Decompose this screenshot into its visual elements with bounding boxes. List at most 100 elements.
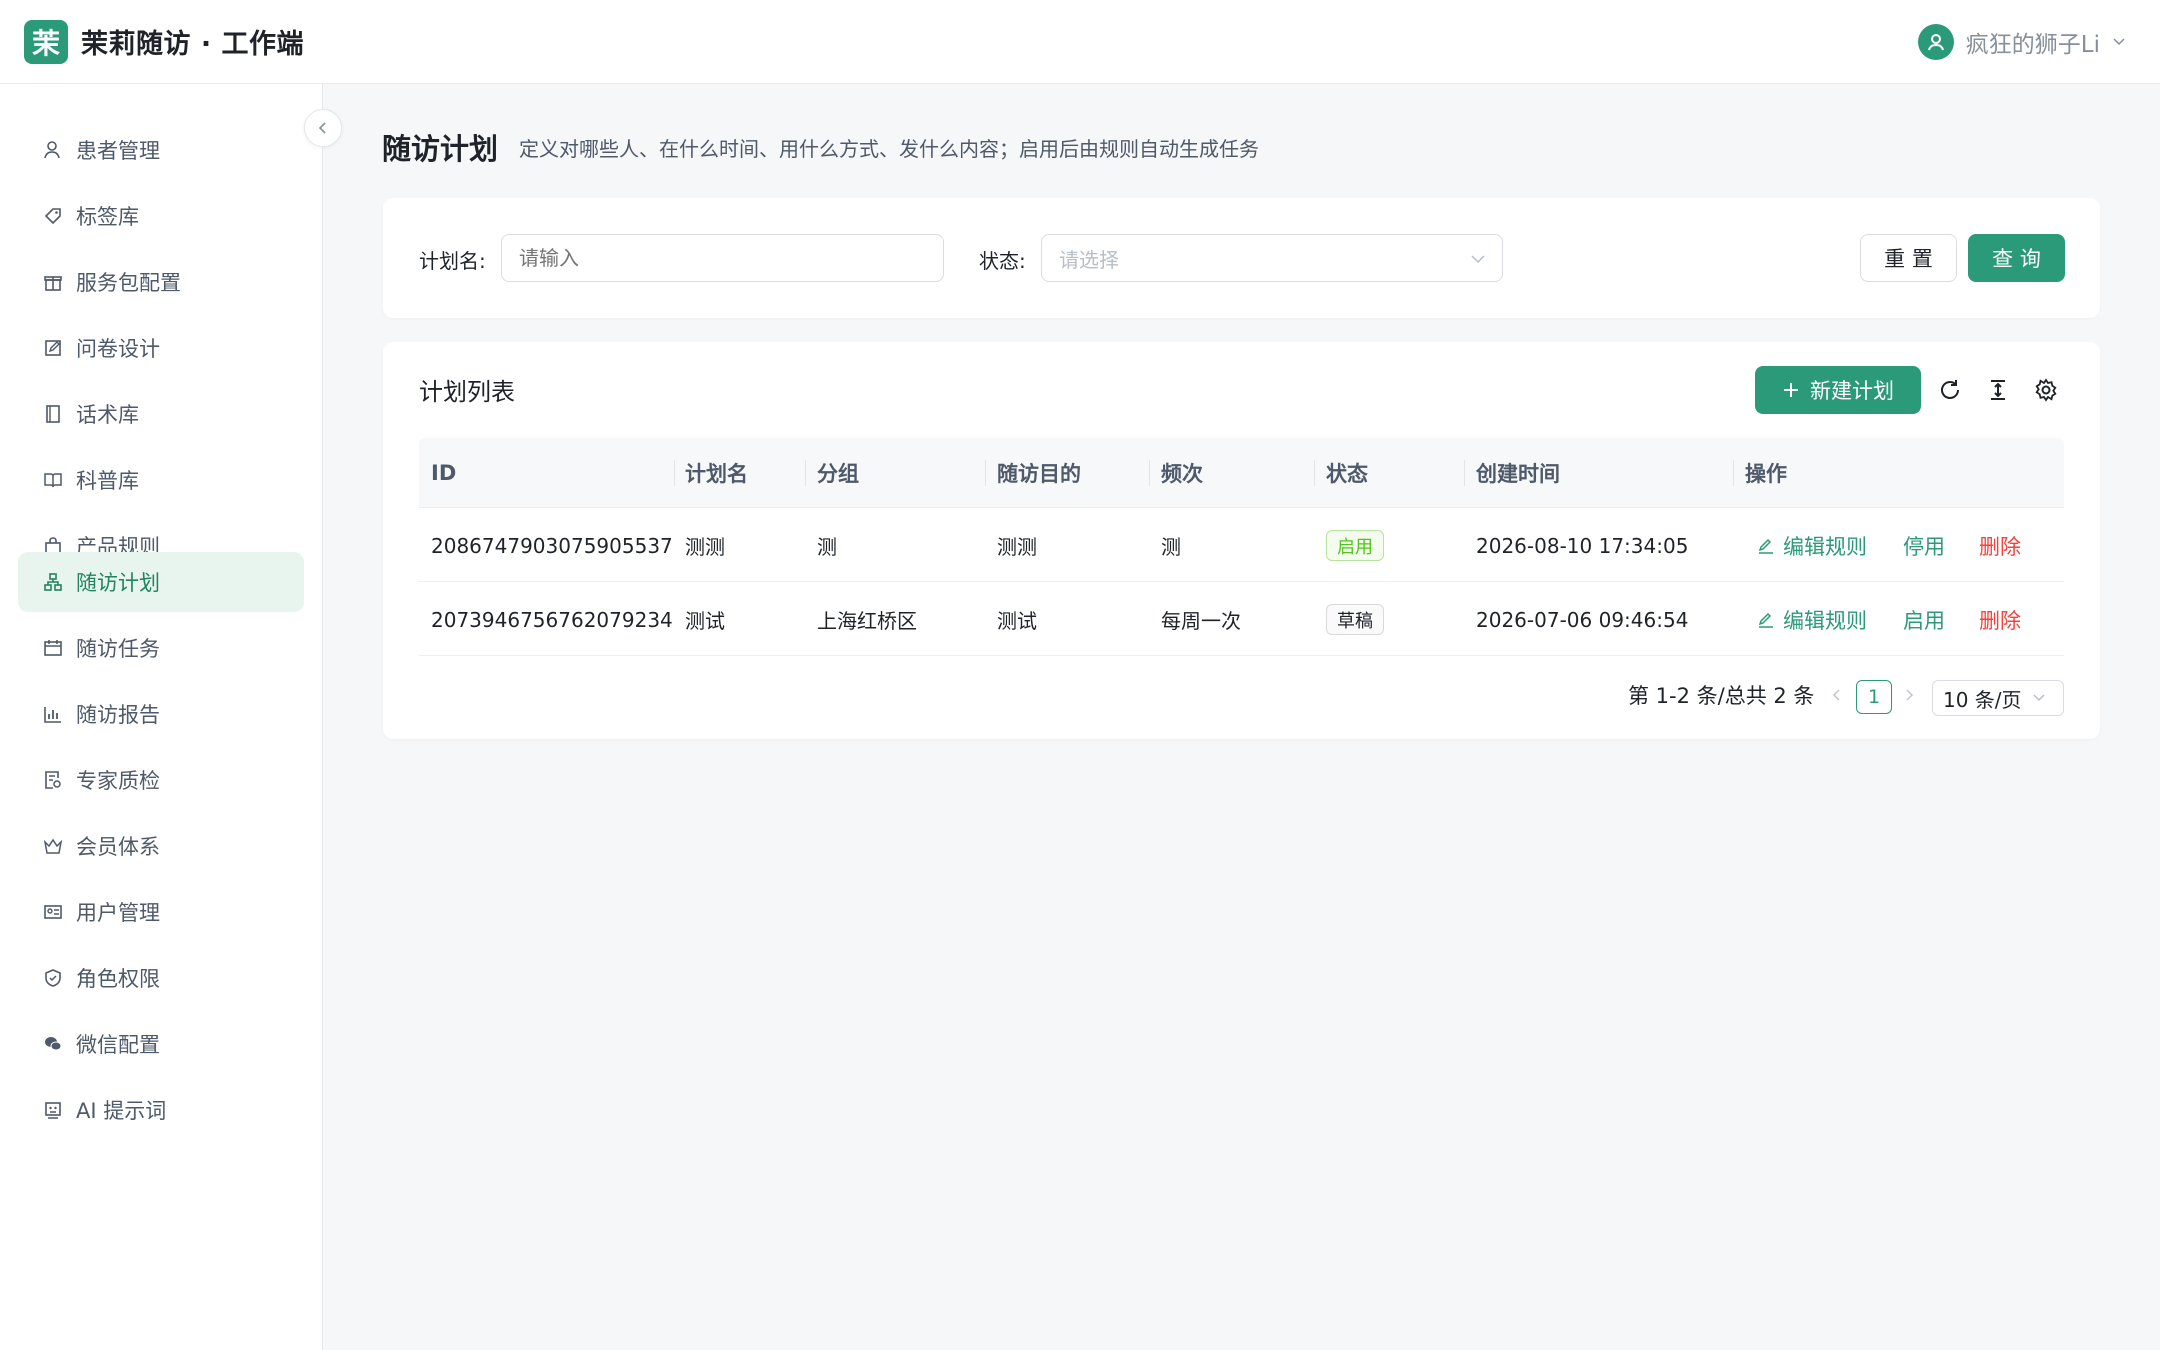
- cell-frequency: 每周一次: [1161, 609, 1241, 633]
- column-height-icon[interactable]: [1983, 375, 2013, 405]
- sidebar-item-science[interactable]: 科普库: [18, 450, 304, 510]
- plus-icon: [1784, 383, 1798, 397]
- app-title: 茉莉随访 · 工作端: [81, 29, 305, 60]
- cluster-icon: [42, 571, 64, 593]
- status-select[interactable]: 请选择: [1041, 234, 1503, 282]
- cell-name: 测试: [685, 609, 725, 633]
- user-icon: [42, 139, 64, 161]
- refresh-icon[interactable]: [1935, 375, 1965, 405]
- sidebar-item-label: 随访任务: [76, 637, 160, 661]
- bar-chart-icon: [42, 703, 64, 725]
- prev-page-icon[interactable]: [1825, 678, 1849, 712]
- disable-link[interactable]: 停用: [1903, 531, 1945, 561]
- delete-link[interactable]: 删除: [1979, 531, 2021, 561]
- edit-rules-link[interactable]: 编辑规则: [1757, 605, 1867, 635]
- sidebar-item-label: 患者管理: [76, 139, 160, 163]
- plan-name-label: 计划名:: [419, 249, 486, 273]
- safety-icon: [42, 967, 64, 989]
- col-separator: [985, 460, 986, 486]
- sidebar-item-membership[interactable]: 会员体系: [18, 816, 304, 876]
- gift-icon: [42, 271, 64, 293]
- status-label: 状态:: [979, 249, 1026, 273]
- sidebar-item-label: 标签库: [76, 205, 139, 229]
- col-name: 计划名: [685, 462, 748, 486]
- pagination-current-page[interactable]: 1: [1856, 680, 1892, 714]
- sidebar-item-label: 问卷设计: [76, 337, 160, 361]
- next-page-icon[interactable]: [1897, 678, 1921, 712]
- chevron-down-icon: [2033, 694, 2045, 702]
- calendar-icon: [42, 637, 64, 659]
- col-created: 创建时间: [1476, 462, 1560, 486]
- sidebar-item-followup-report[interactable]: 随访报告: [18, 684, 304, 744]
- col-separator: [1464, 460, 1465, 486]
- sidebar-item-label: 随访报告: [76, 703, 160, 727]
- cell-group: 上海红桥区: [817, 609, 917, 633]
- sidebar-item-ai-prompts[interactable]: AI 提示词: [18, 1080, 304, 1140]
- plan-name-input[interactable]: [501, 234, 944, 282]
- wechat-icon: [42, 1033, 64, 1055]
- edit-rules-label: 编辑规则: [1783, 534, 1867, 559]
- sidebar-item-scripts[interactable]: 话术库: [18, 384, 304, 444]
- app-logo-char: 茉: [31, 27, 60, 60]
- col-actions: 操作: [1745, 462, 1787, 486]
- cell-status: 启用: [1326, 509, 1384, 582]
- sidebar-item-patients[interactable]: 患者管理: [18, 120, 304, 180]
- sidebar-item-label: AI 提示词: [76, 1099, 167, 1123]
- col-separator: [1314, 460, 1315, 486]
- new-plan-label: 新建计划: [1810, 379, 1894, 403]
- sidebar-item-tags[interactable]: 标签库: [18, 186, 304, 246]
- sidebar-item-label: 科普库: [76, 469, 139, 493]
- col-status: 状态: [1326, 462, 1368, 486]
- cell-created: 2026-07-06 09:46:54: [1476, 607, 1689, 632]
- query-button[interactable]: 查 询: [1968, 234, 2065, 282]
- page-title: 随访计划: [382, 132, 499, 166]
- app-logo: 茉: [24, 20, 68, 64]
- page-description: 定义对哪些人、在什么时间、用什么方式、发什么内容；启用后由规则自动生成任务: [519, 137, 1259, 161]
- avatar: [1917, 24, 1954, 60]
- cell-id: 2073946756762079234: [431, 607, 673, 632]
- cell-actions: 编辑规则 启用 删除: [1757, 583, 2021, 656]
- cell-id: 2086747903075905537: [431, 533, 673, 558]
- cell-frequency: 测: [1161, 535, 1181, 559]
- sidebar-item-wechat[interactable]: 微信配置: [18, 1014, 304, 1074]
- book-icon: [42, 403, 64, 425]
- settings-icon[interactable]: [2031, 375, 2061, 405]
- sidebar-item-followup-task[interactable]: 随访任务: [18, 618, 304, 678]
- delete-link[interactable]: 删除: [1979, 605, 2021, 635]
- sidebar-item-followup-plan[interactable]: 随访计划: [18, 552, 304, 612]
- robot-icon: [42, 1099, 64, 1121]
- sidebar-item-label: 服务包配置: [76, 271, 181, 295]
- col-separator: [805, 460, 806, 486]
- edit-rules-label: 编辑规则: [1783, 608, 1867, 633]
- col-purpose: 随访目的: [997, 462, 1081, 486]
- edit-rules-link[interactable]: 编辑规则: [1757, 531, 1867, 561]
- sidebar-item-roles[interactable]: 角色权限: [18, 948, 304, 1008]
- col-id: ID: [431, 461, 457, 485]
- user-menu[interactable]: 疯狂的狮子Li: [1917, 24, 2126, 60]
- sidebar-collapse-button[interactable]: [304, 109, 342, 147]
- edit-icon: [1758, 538, 1773, 554]
- cell-purpose: 测试: [997, 609, 1037, 633]
- chevron-down-icon: [1471, 255, 1485, 264]
- col-separator: [1149, 460, 1150, 486]
- page-size-select[interactable]: 10 条/页: [1932, 680, 2064, 716]
- reset-button[interactable]: 重 置: [1860, 234, 1957, 282]
- sidebar-item-questionnaire[interactable]: 问卷设计: [18, 318, 304, 378]
- list-title: 计划列表: [419, 378, 515, 406]
- sidebar-item-label: 微信配置: [76, 1033, 160, 1057]
- sidebar: 患者管理 标签库 服务包配置 问卷设计 话术库 科普库 产品规则 随访计划 随访…: [0, 84, 323, 1350]
- enable-link[interactable]: 启用: [1903, 605, 1945, 635]
- sidebar-item-service-package[interactable]: 服务包配置: [18, 252, 304, 312]
- table-row: 2086747903075905537 测测 测 测测 测 启用 2026-08…: [419, 509, 2064, 582]
- col-separator: [674, 460, 675, 486]
- sidebar-item-label: 专家质检: [76, 769, 160, 793]
- filter-card: 计划名: 状态: 请选择 重 置 查 询: [383, 198, 2100, 318]
- sidebar-item-user-management[interactable]: 用户管理: [18, 882, 304, 942]
- page-size-value: 10 条/页: [1943, 687, 2022, 712]
- status-badge: 启用: [1326, 530, 1384, 561]
- new-plan-button[interactable]: 新建计划: [1755, 366, 1921, 414]
- cell-name: 测测: [685, 535, 725, 559]
- sidebar-item-expert-qc[interactable]: 专家质检: [18, 750, 304, 810]
- col-separator: [1733, 460, 1734, 486]
- status-select-placeholder: 请选择: [1059, 247, 1119, 272]
